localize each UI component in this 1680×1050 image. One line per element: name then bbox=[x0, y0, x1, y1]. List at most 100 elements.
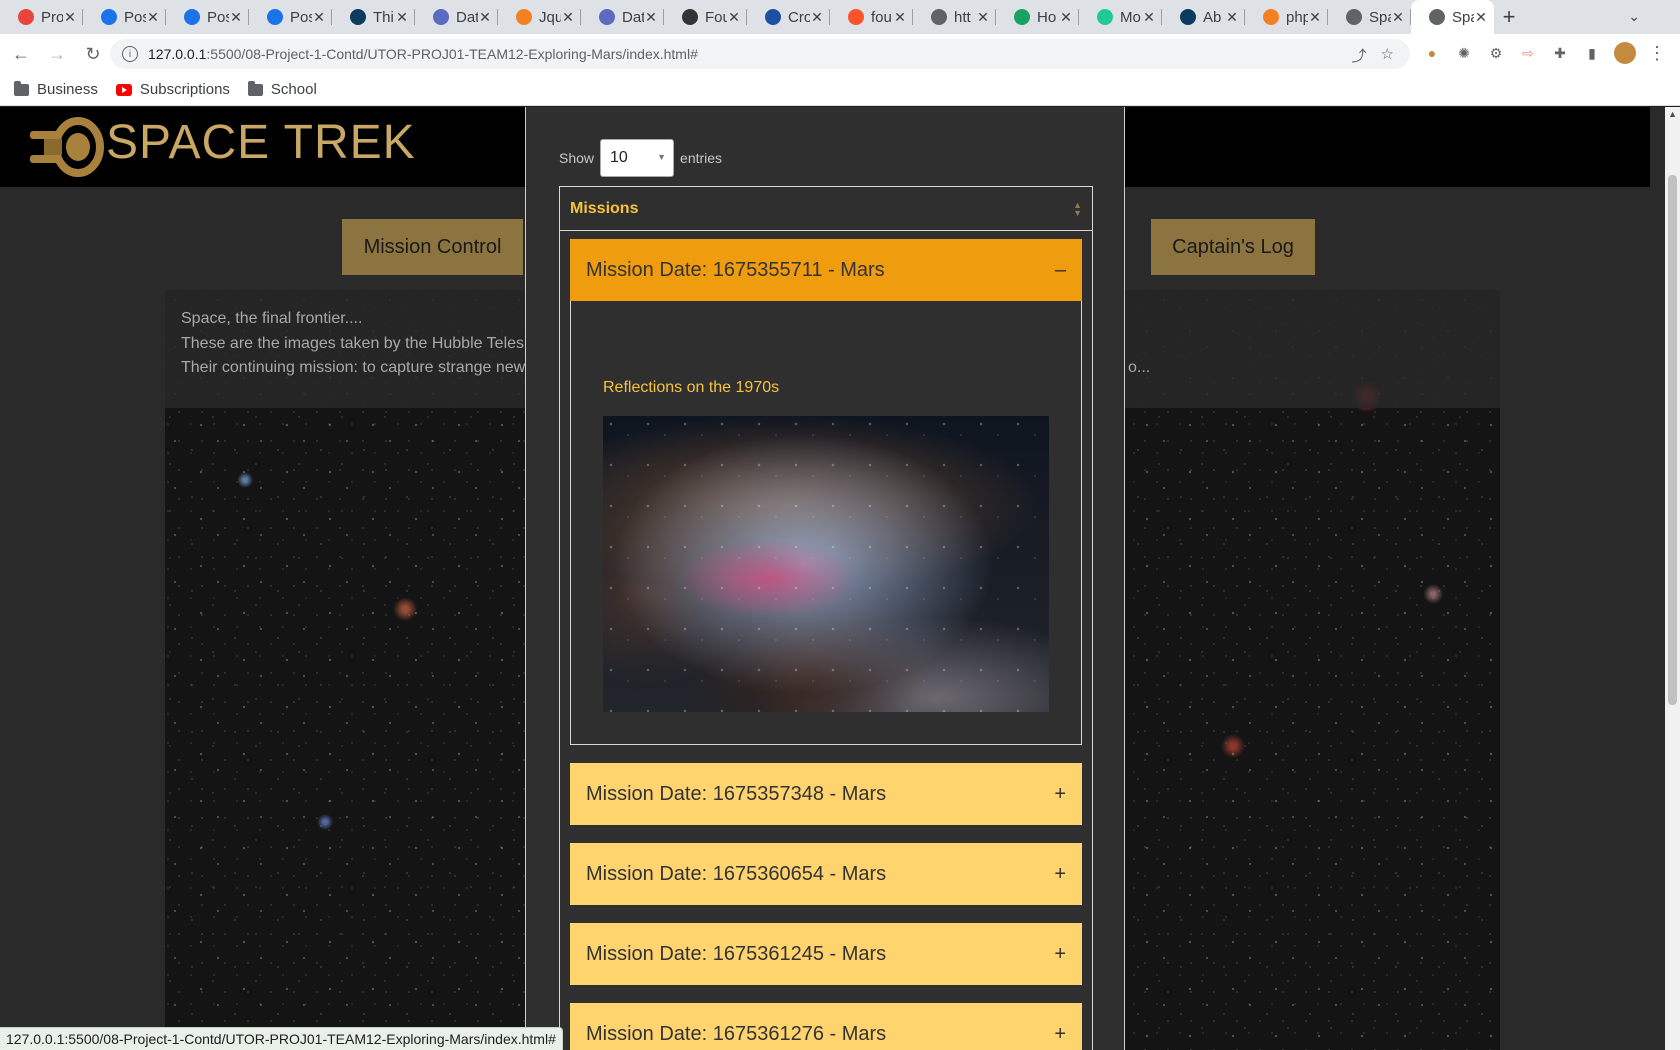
tab-close-icon[interactable]: ✕ bbox=[312, 9, 326, 26]
tab-favicon-icon bbox=[1014, 9, 1030, 25]
missions-column-header[interactable]: Missions ▲ ▼ bbox=[560, 187, 1092, 231]
browser-tab[interactable]: php ✕ bbox=[1245, 0, 1328, 34]
tab-close-icon[interactable]: ✕ bbox=[229, 9, 243, 26]
bookmark-item[interactable]: School bbox=[247, 80, 317, 98]
tab-close-icon[interactable]: ✕ bbox=[1474, 9, 1488, 26]
new-tab-button[interactable]: + bbox=[1494, 0, 1524, 34]
browser-tab[interactable]: Spa✕ bbox=[1411, 0, 1494, 34]
scroll-up-arrow-icon[interactable]: ▲ bbox=[1668, 109, 1677, 119]
expand-icon[interactable]: + bbox=[1054, 943, 1066, 966]
forward-arrow-icon[interactable]: → bbox=[42, 39, 72, 69]
tab-title: Dat bbox=[456, 8, 478, 26]
folder-icon bbox=[14, 80, 29, 96]
missions-accordion: Mission Date: 1675355711 - Mars – Reflecti… bbox=[570, 239, 1082, 1050]
profile-avatar[interactable] bbox=[1614, 42, 1636, 64]
expand-icon[interactable]: + bbox=[1054, 783, 1066, 806]
mission-accordion-header[interactable]: Mission Date: 1675360654 - Mars + bbox=[570, 843, 1082, 905]
mission-accordion-header[interactable]: Mission Date: 1675361276 - Mars + bbox=[570, 1003, 1082, 1050]
reload-icon[interactable]: ↻ bbox=[78, 39, 108, 69]
tab-title: Fou bbox=[705, 8, 727, 26]
bookmark-item[interactable]: Business bbox=[14, 80, 98, 98]
tab-close-icon[interactable]: ✕ bbox=[146, 9, 160, 26]
address-bar[interactable]: i 127.0.0.1:5500/08-Project-1-Contd/UTOR… bbox=[110, 39, 1410, 69]
tab-close-icon[interactable]: ✕ bbox=[976, 9, 990, 26]
side-panel-icon[interactable]: ▮ bbox=[1582, 43, 1602, 63]
tab-title: Jqu bbox=[539, 8, 561, 26]
intro-line-1: Space, the final frontier.... bbox=[181, 310, 363, 327]
browser-tab[interactable]: Dat ✕ bbox=[415, 0, 498, 34]
browser-tab[interactable]: Pos✕ bbox=[83, 0, 166, 34]
browser-toolbar: ← → ↻ i 127.0.0.1:5500/08-Project-1-Cont… bbox=[0, 34, 1680, 74]
expand-icon[interactable]: + bbox=[1054, 1023, 1066, 1046]
tab-title: Thi bbox=[373, 8, 394, 26]
browser-tab[interactable]: Pos✕ bbox=[249, 0, 332, 34]
tab-title: htt bbox=[954, 8, 971, 26]
page-scrollbar[interactable]: ▲ bbox=[1665, 107, 1680, 1050]
missions-table: Missions ▲ ▼ Mission Date: 1675355711 - M… bbox=[559, 186, 1093, 1050]
tab-favicon-icon bbox=[1346, 9, 1362, 25]
share-icon[interactable]: ⤴ bbox=[1352, 45, 1367, 66]
browser-tab[interactable]: Dat ✕ bbox=[581, 0, 664, 34]
bookmark-star-icon[interactable]: ☆ bbox=[1381, 45, 1394, 66]
bookmark-label: School bbox=[270, 81, 317, 98]
tab-favicon-icon bbox=[184, 9, 200, 25]
tab-close-icon[interactable]: ✕ bbox=[1308, 9, 1322, 26]
browser-tab[interactable]: htt ✕ bbox=[913, 0, 996, 34]
tab-close-icon[interactable]: ✕ bbox=[478, 9, 492, 26]
tab-favicon-icon bbox=[1429, 9, 1445, 25]
bookmarks-bar: Business Subscriptions School bbox=[0, 74, 1680, 106]
intro-line-3: Their continuing mission: to capture str… bbox=[181, 359, 526, 376]
browser-menu-icon[interactable]: ⋮ bbox=[1648, 43, 1666, 64]
site-title: SPACE TREK bbox=[106, 116, 416, 169]
sort-arrows-icon[interactable]: ▲ ▼ bbox=[1073, 200, 1082, 217]
browser-tab[interactable]: Thi ✕ bbox=[332, 0, 415, 34]
tab-title: php bbox=[1286, 8, 1308, 26]
missions-header-label: Missions bbox=[570, 199, 639, 217]
tab-favicon-icon bbox=[599, 9, 615, 25]
browser-tab[interactable]: Pro ✕ bbox=[0, 0, 83, 34]
mission-label: Mission Date: 1675361245 - Mars bbox=[586, 942, 887, 965]
settings-gear-extension-icon[interactable]: ⚙ bbox=[1486, 43, 1506, 63]
browser-tab[interactable]: Cro ✕ bbox=[747, 0, 830, 34]
mission-accordion-header[interactable]: Mission Date: 1675361245 - Mars + bbox=[570, 923, 1082, 985]
tab-close-icon[interactable]: ✕ bbox=[893, 9, 907, 26]
scrollbar-thumb[interactable] bbox=[1668, 175, 1677, 705]
extension-swirl-icon[interactable]: ✺ bbox=[1454, 43, 1474, 63]
mission-accordion-header[interactable]: Mission Date: 1675357348 - Mars + bbox=[570, 763, 1082, 825]
entries-per-page-select[interactable]: 10 bbox=[600, 139, 675, 177]
tab-close-icon[interactable]: ✕ bbox=[727, 9, 741, 26]
back-arrow-icon[interactable]: ← bbox=[6, 39, 36, 69]
site-info-icon[interactable]: i bbox=[122, 46, 138, 62]
browser-tab[interactable]: fou ✕ bbox=[830, 0, 913, 34]
browser-tab[interactable]: Mo ✕ bbox=[1079, 0, 1162, 34]
entries-length-control: Show 10 entries bbox=[559, 139, 722, 177]
browser-tab[interactable]: Pos✕ bbox=[166, 0, 249, 34]
collapse-icon[interactable]: – bbox=[1055, 259, 1066, 282]
extensions-puzzle-icon[interactable]: ✚ bbox=[1550, 43, 1570, 63]
tab-close-icon[interactable]: ✕ bbox=[644, 9, 658, 26]
tab-close-icon[interactable]: ✕ bbox=[810, 9, 824, 26]
bookmark-label: Subscriptions bbox=[139, 81, 230, 98]
redirect-extension-icon[interactable]: ⇨ bbox=[1518, 43, 1538, 63]
tab-close-icon[interactable]: ✕ bbox=[1142, 9, 1156, 26]
tab-close-icon[interactable]: ✕ bbox=[561, 9, 575, 26]
cookie-extension-icon[interactable]: ● bbox=[1422, 43, 1442, 63]
browser-tab[interactable]: Ho ✕ bbox=[996, 0, 1079, 34]
browser-tab[interactable]: Spa✕ bbox=[1328, 0, 1411, 34]
bookmark-item[interactable]: Subscriptions bbox=[115, 81, 230, 98]
tab-close-icon[interactable]: ✕ bbox=[1391, 9, 1405, 26]
mission-control-button[interactable]: Mission Control bbox=[342, 219, 523, 275]
tab-close-icon[interactable]: ✕ bbox=[1059, 9, 1073, 26]
browser-tab[interactable]: Jqu ✕ bbox=[498, 0, 581, 34]
mission-accordion-header[interactable]: Mission Date: 1675355711 - Mars – bbox=[570, 239, 1082, 301]
tab-close-icon[interactable]: ✕ bbox=[1225, 9, 1239, 26]
expand-icon[interactable]: + bbox=[1054, 863, 1066, 886]
tab-close-icon[interactable]: ✕ bbox=[63, 9, 77, 26]
link-status-bubble: 127.0.0.1:5500/08-Project-1-Contd/UTOR-P… bbox=[0, 1027, 563, 1050]
browser-tab[interactable]: Fou ✕ bbox=[664, 0, 747, 34]
browser-tab[interactable]: Ab ✕ bbox=[1162, 0, 1245, 34]
captains-log-button[interactable]: Captain's Log bbox=[1151, 219, 1315, 275]
tab-search-chevron-icon[interactable]: ⌄ bbox=[1628, 8, 1640, 25]
tab-favicon-icon bbox=[848, 9, 864, 25]
tab-close-icon[interactable]: ✕ bbox=[395, 9, 409, 26]
